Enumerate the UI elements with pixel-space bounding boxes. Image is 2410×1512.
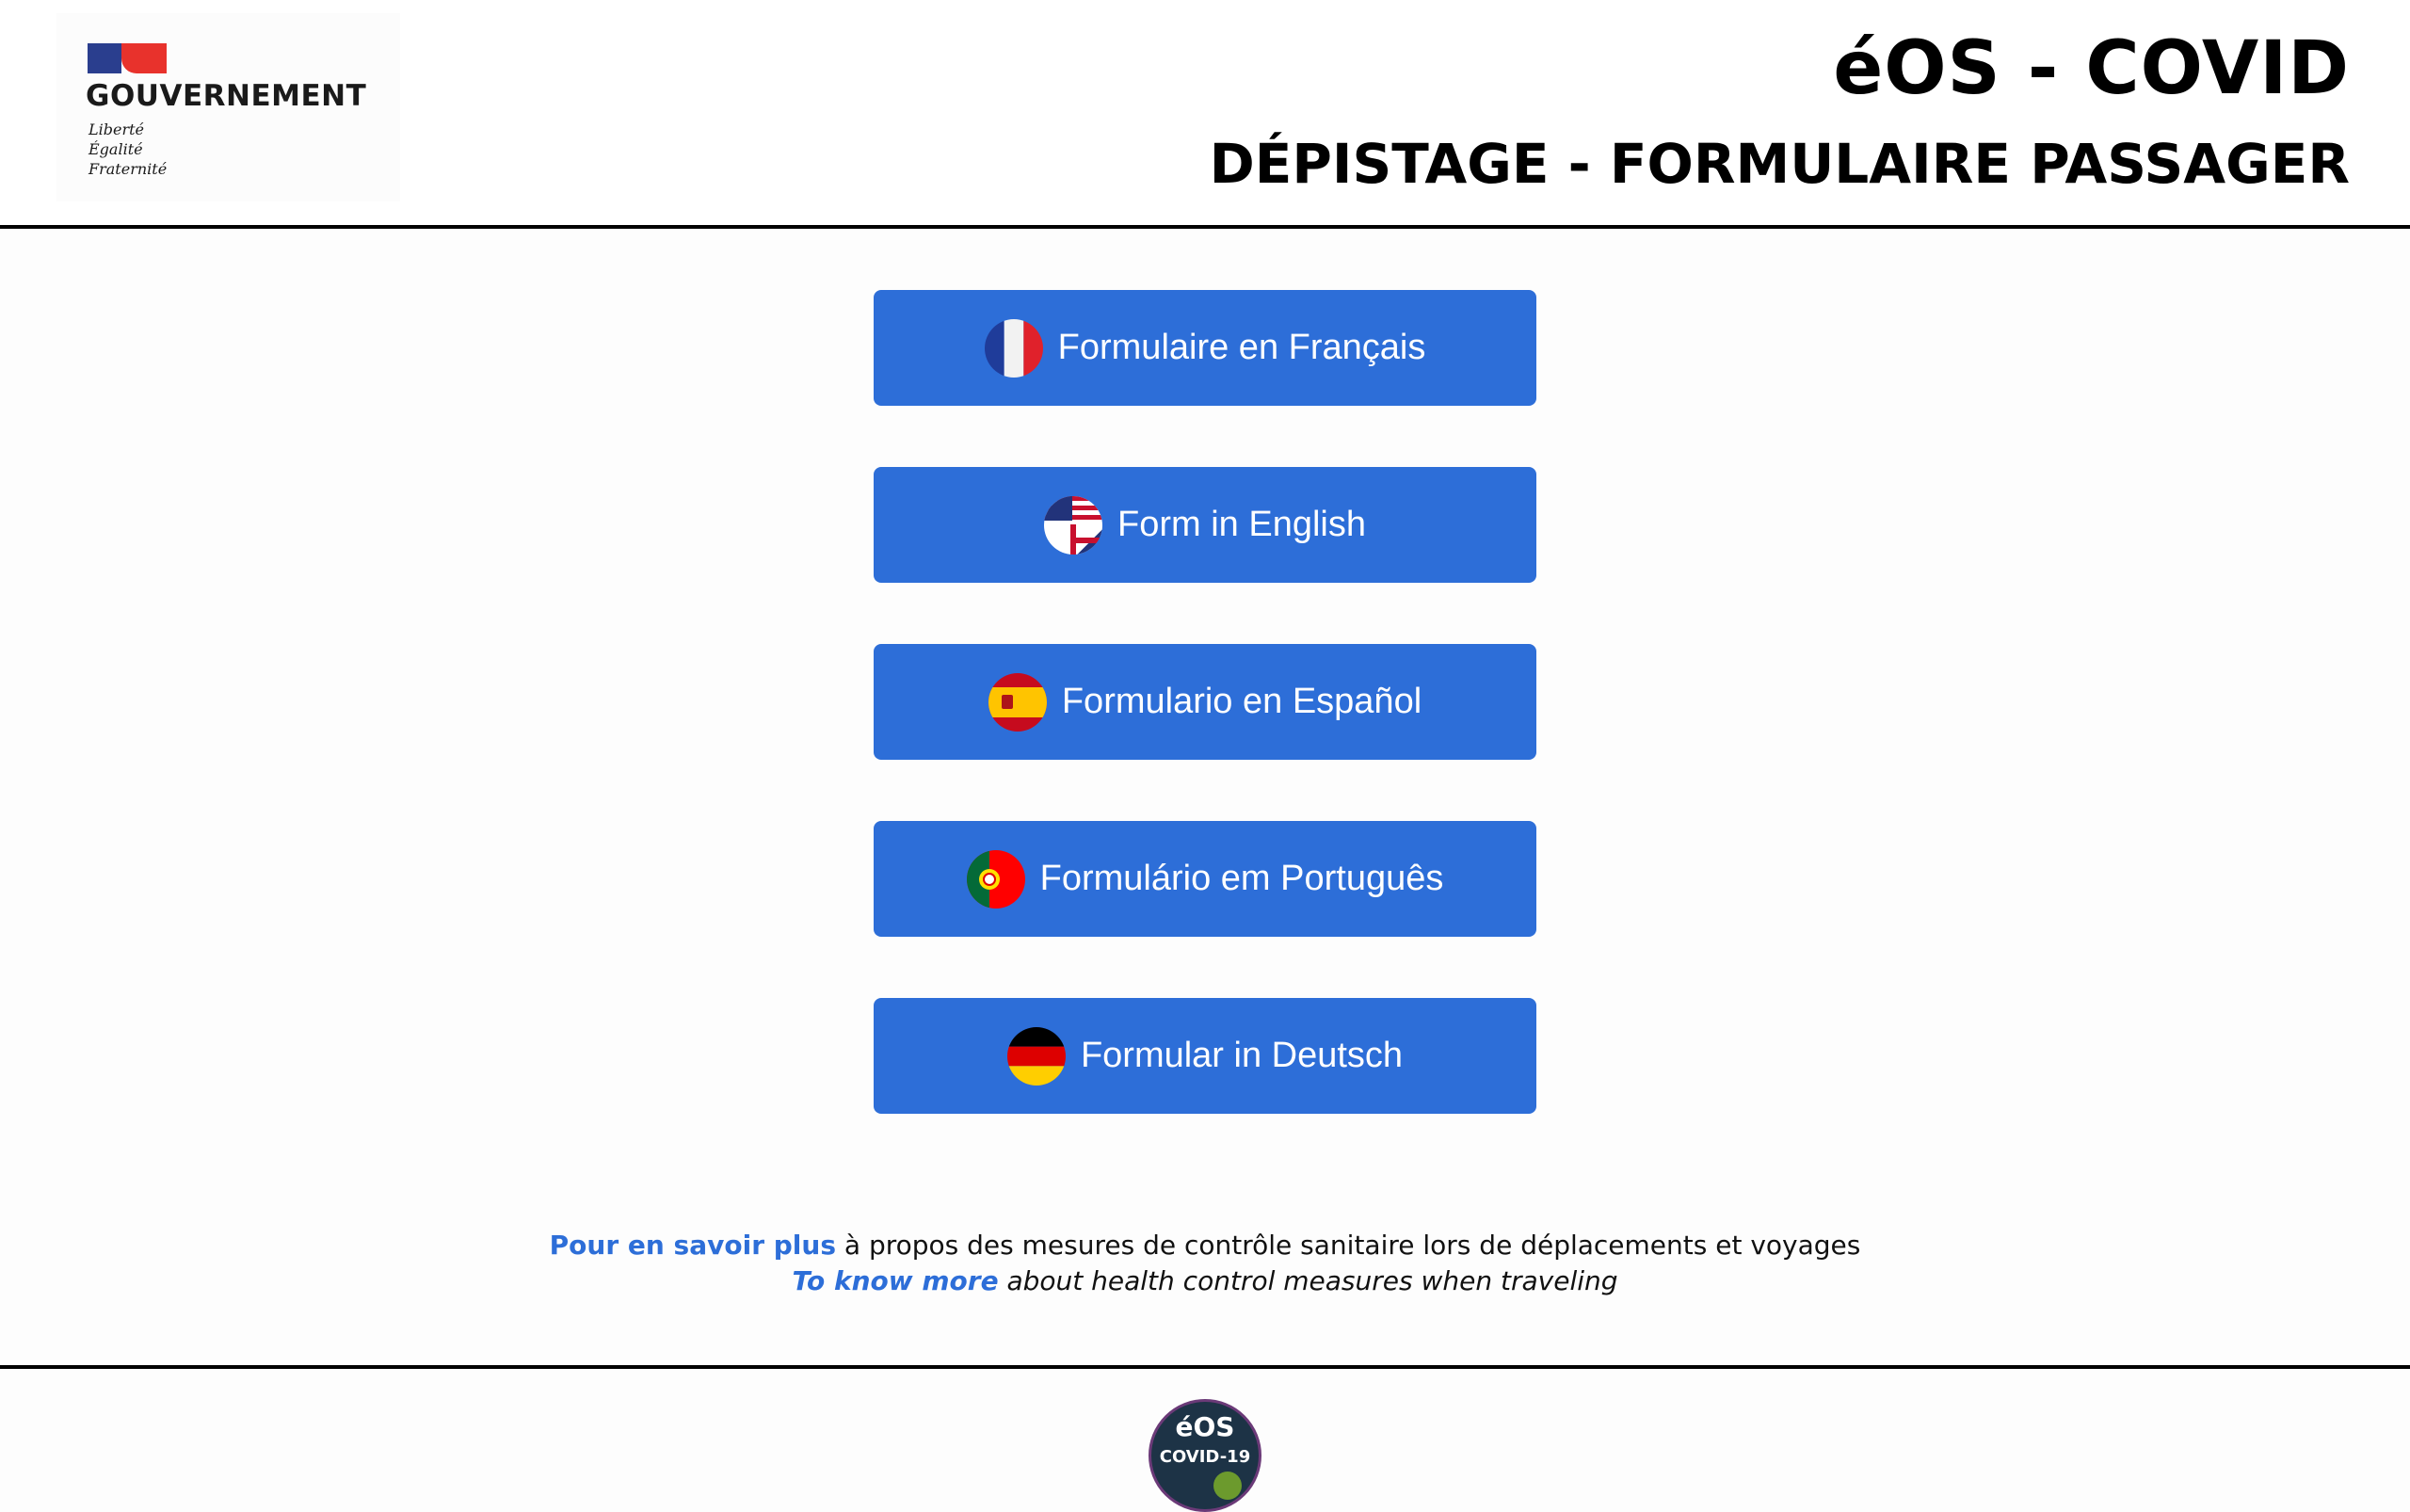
info-en: To know more about health control measur…: [0, 1263, 2410, 1299]
logo-line1: éOS: [1175, 1411, 1235, 1442]
motto-egalite: Égalité: [88, 140, 143, 158]
form-portuguese-label: Formulário em Português: [1039, 859, 1444, 898]
info-en-text: about health control measures when trave…: [998, 1265, 1618, 1296]
form-spanish-label: Formulario en Español: [1061, 682, 1422, 721]
motto-liberte: Liberté: [88, 121, 144, 138]
form-english-label: Form in English: [1117, 505, 1366, 544]
header-divider: [0, 225, 2410, 229]
form-english-button[interactable]: Form in English: [874, 467, 1536, 583]
gov-name: GOUVERNEMENT: [86, 79, 367, 113]
pt-flag-icon: [966, 849, 1025, 909]
gov-motto: Liberté Égalité Fraternité: [88, 120, 167, 179]
footer-divider: [0, 1365, 2410, 1369]
form-german-button[interactable]: Formular in Deutsch: [874, 998, 1536, 1114]
info-en-link[interactable]: To know more: [792, 1265, 998, 1296]
form-french-button[interactable]: Formulaire en Français: [874, 290, 1536, 406]
fr-flag-icon: [984, 318, 1043, 378]
header: GOUVERNEMENT Liberté Égalité Fraternité …: [0, 0, 2410, 226]
info-fr: Pour en savoir plus à propos des mesures…: [0, 1228, 2410, 1263]
info-fr-text: à propos des mesures de contrôle sanitai…: [836, 1230, 1861, 1261]
es-flag-icon: [988, 672, 1047, 732]
eos-covid-logo: éOS COVID-19: [1149, 1399, 1261, 1512]
form-spanish-button[interactable]: Formulario en Español: [874, 644, 1536, 760]
info-fr-link[interactable]: Pour en savoir plus: [550, 1230, 836, 1261]
form-german-label: Formular in Deutsch: [1080, 1036, 1404, 1075]
logo-line2: COVID-19: [1159, 1447, 1251, 1467]
form-french-label: Formulaire en Français: [1057, 328, 1426, 367]
language-button-list: Formulaire en Français Form in English F…: [874, 290, 1536, 1175]
de-flag-icon: [1006, 1026, 1066, 1086]
us-uk-flag-icon: [1044, 495, 1102, 555]
motto-fraternite: Fraternité: [88, 160, 168, 178]
page-subtitle: DÉPISTAGE - FORMULAIRE PASSAGER: [1209, 132, 2350, 196]
government-logo: GOUVERNEMENT Liberté Égalité Fraternité: [56, 13, 400, 201]
page-title: éOS - COVID: [1833, 26, 2350, 111]
info-text: Pour en savoir plus à propos des mesures…: [0, 1228, 2410, 1299]
virus-icon: [1213, 1472, 1242, 1500]
marianne-icon: [88, 43, 167, 73]
form-portuguese-button[interactable]: Formulário em Português: [874, 821, 1536, 937]
